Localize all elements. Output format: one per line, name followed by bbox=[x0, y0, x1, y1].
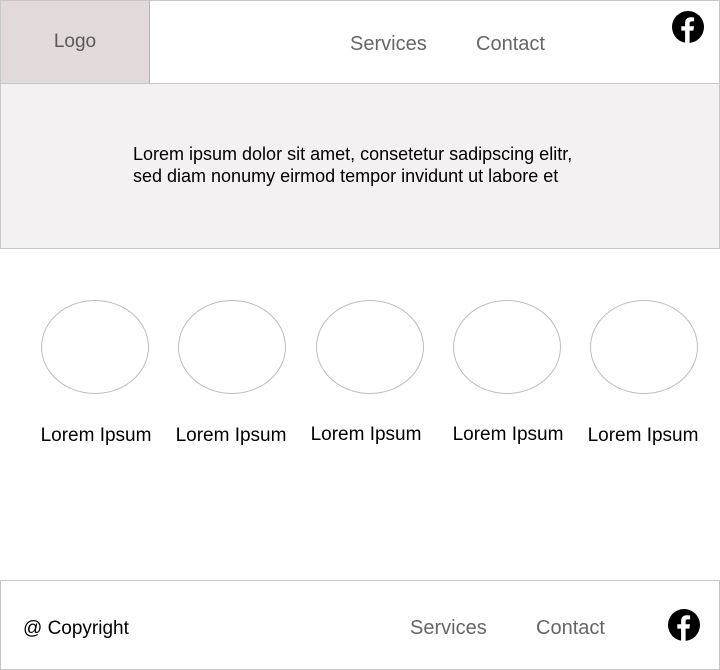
feature-image-placeholder bbox=[590, 300, 698, 394]
hero-text: Lorem ipsum dolor sit amet, consetetur s… bbox=[133, 143, 633, 187]
feature-label: Lorem Ipsum bbox=[175, 425, 287, 446]
footer-contact-link[interactable]: Contact bbox=[536, 617, 605, 640]
footer-services-link[interactable]: Services bbox=[410, 617, 487, 640]
feature-image-placeholder bbox=[316, 300, 424, 394]
feature-label: Lorem Ipsum bbox=[452, 424, 564, 445]
facebook-icon[interactable] bbox=[672, 11, 704, 43]
feature-image-placeholder bbox=[453, 300, 561, 394]
hero-section: Lorem ipsum dolor sit amet, consetetur s… bbox=[0, 83, 720, 249]
feature-label: Lorem Ipsum bbox=[310, 424, 422, 445]
logo[interactable]: Logo bbox=[1, 1, 150, 83]
nav-contact-link[interactable]: Contact bbox=[476, 33, 545, 56]
hero-text-line-2: sed diam nonumy eirmod tempor invidunt u… bbox=[133, 166, 559, 186]
facebook-icon[interactable] bbox=[668, 609, 700, 641]
site-header: Logo Services Contact bbox=[0, 0, 720, 84]
nav-services-link[interactable]: Services bbox=[350, 33, 427, 56]
feature-image-placeholder bbox=[178, 300, 286, 394]
feature-image-placeholder bbox=[41, 300, 149, 394]
copyright-text: @ Copyright bbox=[23, 618, 129, 639]
feature-label: Lorem Ipsum bbox=[40, 425, 152, 446]
hero-text-line-1: Lorem ipsum dolor sit amet, consetetur s… bbox=[133, 144, 573, 164]
feature-label: Lorem Ipsum bbox=[587, 425, 699, 446]
site-footer: @ Copyright Services Contact bbox=[0, 580, 720, 670]
